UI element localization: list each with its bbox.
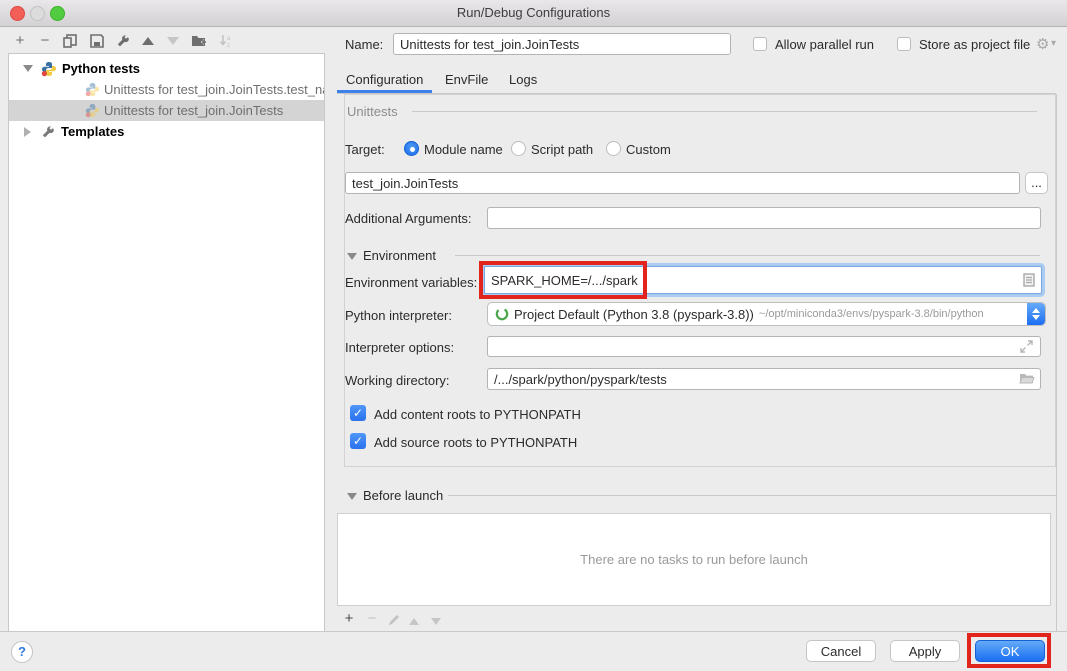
browse-button[interactable]: ... bbox=[1025, 172, 1048, 194]
tab-envfile[interactable]: EnvFile bbox=[445, 72, 488, 87]
python-test-icon bbox=[85, 103, 100, 118]
working-directory-label: Working directory: bbox=[345, 373, 450, 388]
conda-env-icon bbox=[495, 307, 509, 321]
before-launch-group-label: Before launch bbox=[363, 488, 443, 503]
move-task-up-icon bbox=[406, 613, 422, 629]
radio-script-path[interactable] bbox=[511, 141, 526, 156]
tree-item-label: Templates bbox=[61, 124, 124, 139]
environment-group-label: Environment bbox=[363, 248, 436, 263]
env-vars-browse-icon[interactable] bbox=[1023, 273, 1035, 287]
tree-item-templates[interactable]: Templates bbox=[9, 121, 324, 142]
gear-icon[interactable]: ⚙ bbox=[1036, 35, 1049, 53]
unittests-group-line bbox=[412, 111, 1037, 112]
before-launch-task-list: There are no tasks to run before launch bbox=[337, 513, 1051, 606]
folder-icon[interactable] bbox=[1019, 372, 1035, 385]
chevron-up-down-icon[interactable] bbox=[1027, 303, 1045, 325]
tree-item-unittest-narrow[interactable]: Unittests for test_join.JoinTests.test_n… bbox=[9, 79, 324, 100]
additional-arguments-label: Additional Arguments: bbox=[345, 211, 471, 226]
move-down-icon bbox=[165, 33, 181, 49]
add-content-roots-checkbox[interactable]: ✓ bbox=[350, 405, 366, 421]
interpreter-options-label: Interpreter options: bbox=[345, 340, 454, 355]
radio-module-name-label: Module name bbox=[424, 142, 503, 157]
tree-item-label: Unittests for test_join.JoinTests bbox=[104, 103, 283, 118]
environment-variables-input[interactable] bbox=[485, 273, 1023, 288]
python-test-icon bbox=[85, 82, 100, 97]
add-task-button[interactable]: + bbox=[341, 611, 357, 627]
configurations-tree: Python tests Unittests for test_join.Joi… bbox=[8, 53, 325, 632]
remove-task-icon: − bbox=[364, 611, 380, 627]
active-tab-underline bbox=[337, 90, 432, 93]
ok-button[interactable]: OK bbox=[975, 640, 1045, 662]
sort-configurations-icon: az bbox=[218, 33, 234, 49]
store-as-project-file-label: Store as project file bbox=[919, 37, 1030, 52]
footer-divider bbox=[0, 631, 1067, 632]
help-button[interactable]: ? bbox=[11, 641, 33, 663]
name-label: Name: bbox=[345, 37, 383, 52]
add-source-roots-checkbox[interactable]: ✓ bbox=[350, 433, 366, 449]
working-directory-input[interactable] bbox=[487, 368, 1041, 390]
python-interpreter-value: Project Default (Python 3.8 (pyspark-3.8… bbox=[514, 307, 754, 322]
tab-configuration[interactable]: Configuration bbox=[346, 72, 423, 87]
edit-templates-wrench-icon[interactable] bbox=[115, 33, 131, 49]
environment-group-line bbox=[455, 255, 1040, 256]
svg-text:z: z bbox=[227, 43, 230, 48]
allow-parallel-run-label: Allow parallel run bbox=[775, 37, 874, 52]
tree-item-unittest-jointests-selected[interactable]: Unittests for test_join.JoinTests bbox=[9, 100, 324, 121]
name-input[interactable] bbox=[393, 33, 731, 55]
allow-parallel-run-checkbox[interactable] bbox=[753, 37, 767, 51]
python-interpreter-select[interactable]: Project Default (Python 3.8 (pyspark-3.8… bbox=[487, 302, 1046, 326]
cancel-button[interactable]: Cancel bbox=[806, 640, 876, 662]
gear-caret-icon: ▾ bbox=[1051, 38, 1056, 49]
store-as-project-file-checkbox[interactable] bbox=[897, 37, 911, 51]
add-configuration-button[interactable]: + bbox=[12, 33, 28, 49]
chevron-right-icon[interactable] bbox=[24, 127, 31, 137]
wrench-icon bbox=[41, 125, 55, 139]
move-task-down-icon bbox=[428, 613, 444, 629]
title-bar: Run/Debug Configurations bbox=[0, 0, 1067, 27]
environment-variables-label: Environment variables: bbox=[345, 275, 477, 290]
radio-custom[interactable] bbox=[606, 141, 621, 156]
python-interpreter-label: Python interpreter: bbox=[345, 308, 452, 323]
environment-collapse-icon[interactable] bbox=[347, 253, 357, 260]
window-title: Run/Debug Configurations bbox=[0, 5, 1067, 20]
panel-right-border bbox=[1056, 94, 1057, 631]
target-label: Target: bbox=[345, 142, 385, 157]
save-configuration-icon[interactable] bbox=[89, 33, 105, 49]
chevron-down-icon[interactable] bbox=[23, 65, 33, 72]
move-up-icon[interactable] bbox=[140, 33, 156, 49]
tree-item-python-tests[interactable]: Python tests bbox=[9, 58, 324, 79]
apply-button[interactable]: Apply bbox=[890, 640, 960, 662]
svg-text:a: a bbox=[227, 36, 231, 42]
environment-variables-field[interactable] bbox=[484, 266, 1042, 294]
radio-script-path-label: Script path bbox=[531, 142, 593, 157]
before-launch-group-line bbox=[448, 495, 1056, 496]
new-folder-icon[interactable] bbox=[191, 33, 207, 49]
tree-item-label: Python tests bbox=[62, 61, 140, 76]
add-content-roots-label: Add content roots to PYTHONPATH bbox=[374, 407, 581, 422]
additional-arguments-input[interactable] bbox=[487, 207, 1041, 229]
python-interpreter-path: ~/opt/miniconda3/envs/pyspark-3.8/bin/py… bbox=[759, 308, 984, 320]
run-debug-configurations-dialog: Run/Debug Configurations + − az Python t… bbox=[0, 0, 1067, 671]
before-launch-empty-text: There are no tasks to run before launch bbox=[580, 552, 808, 567]
add-source-roots-label: Add source roots to PYTHONPATH bbox=[374, 435, 577, 450]
unittests-group-label: Unittests bbox=[347, 104, 398, 119]
before-launch-collapse-icon[interactable] bbox=[347, 493, 357, 500]
copy-configuration-icon[interactable] bbox=[62, 33, 78, 49]
expand-field-icon[interactable] bbox=[1020, 340, 1033, 353]
python-tests-icon bbox=[41, 61, 57, 77]
target-module-input[interactable] bbox=[345, 172, 1020, 194]
radio-custom-label: Custom bbox=[626, 142, 671, 157]
edit-task-icon bbox=[386, 612, 402, 628]
radio-module-name[interactable] bbox=[404, 141, 419, 156]
tree-item-label: Unittests for test_join.JoinTests.test_n… bbox=[104, 82, 324, 97]
tab-logs[interactable]: Logs bbox=[509, 72, 537, 87]
remove-configuration-button[interactable]: − bbox=[37, 33, 53, 49]
interpreter-options-input[interactable] bbox=[487, 336, 1041, 357]
